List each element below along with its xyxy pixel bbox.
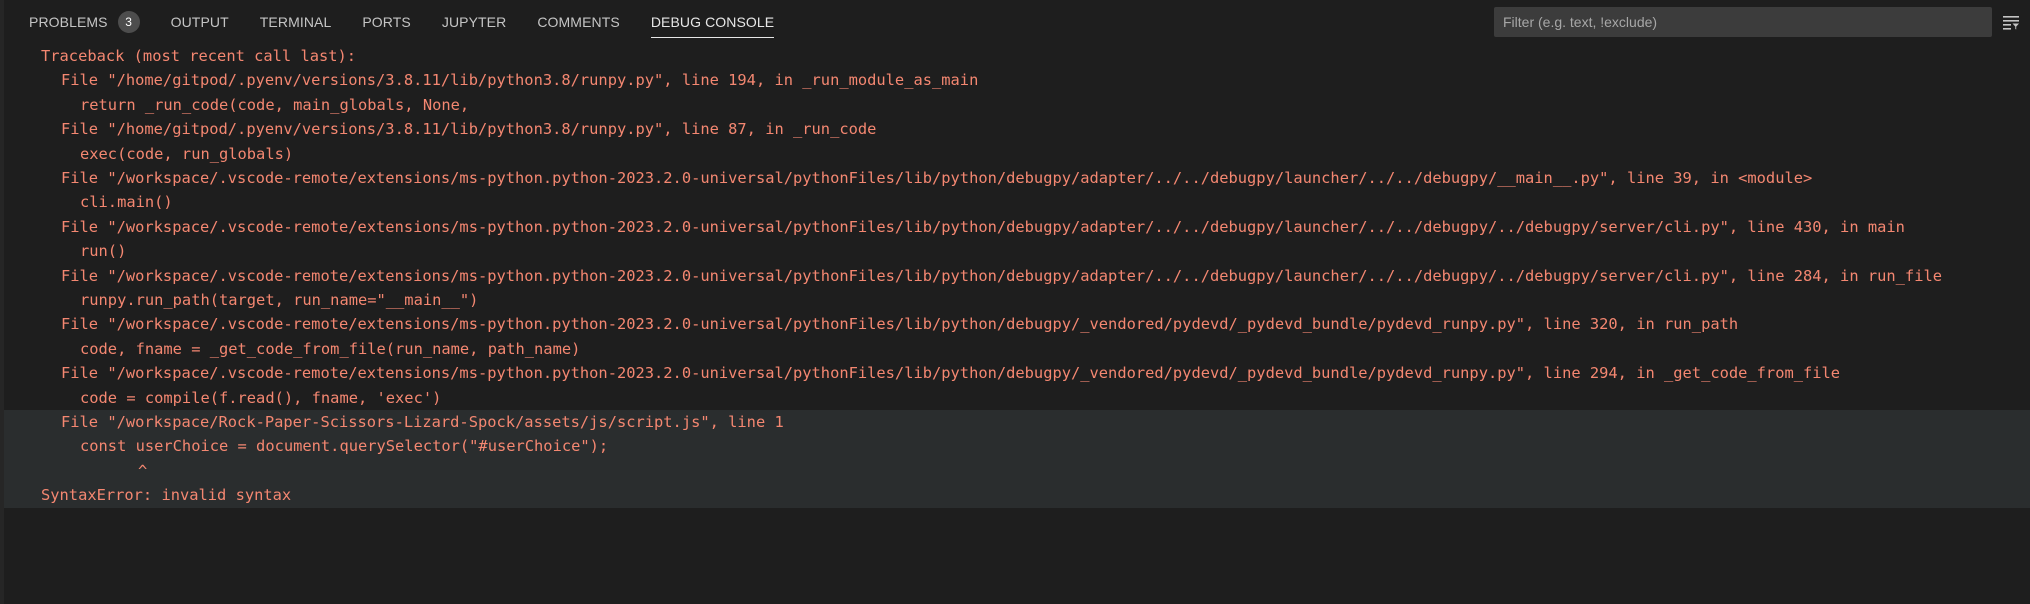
filter-input[interactable] (1494, 7, 1992, 37)
debug-panel: PROBLEMS 3 OUTPUT TERMINAL PORTS JUPYTER… (0, 0, 2030, 604)
tab-output[interactable]: OUTPUT (171, 0, 229, 44)
console-line: File "/home/gitpod/.pyenv/versions/3.8.1… (61, 71, 979, 90)
tab-terminal-label: TERMINAL (259, 14, 332, 30)
syntax-error-group[interactable]: File "/workspace/Rock-Paper-Scissors-Liz… (4, 410, 2030, 508)
tab-problems[interactable]: PROBLEMS 3 (29, 0, 140, 44)
tab-ports[interactable]: PORTS (362, 0, 410, 44)
tab-jupyter-label: JUPYTER (441, 14, 507, 30)
tab-debug-console-label: DEBUG CONSOLE (650, 14, 775, 30)
console-line: File "/workspace/.vscode-remote/extensio… (61, 364, 1841, 383)
tab-output-label: OUTPUT (170, 14, 229, 30)
caret-marker: ^ (138, 461, 148, 480)
console-line: File "/workspace/.vscode-remote/extensio… (61, 315, 1739, 334)
console-line: code, fname = _get_code_from_file(run_na… (80, 339, 581, 358)
console-line: File "/workspace/.vscode-remote/extensio… (61, 217, 1905, 236)
console-line: Traceback (most recent call last): (41, 47, 357, 65)
console-line: return _run_code(code, main_globals, Non… (80, 95, 470, 114)
tab-debug-console[interactable]: DEBUG CONSOLE (650, 0, 775, 44)
problems-count-badge: 3 (117, 11, 140, 33)
traceback-group: Traceback (most recent call last): File … (0, 44, 2030, 410)
console-line: exec(code, run_globals) (80, 144, 294, 163)
tab-ports-label: PORTS (362, 14, 411, 30)
list-filter-icon[interactable] (2001, 12, 2021, 32)
tab-terminal[interactable]: TERMINAL (260, 0, 332, 44)
panel-tabs: PROBLEMS 3 OUTPUT TERMINAL PORTS JUPYTER… (29, 0, 805, 44)
tab-comments-label: COMMENTS (537, 14, 620, 30)
tab-comments[interactable]: COMMENTS (537, 0, 619, 44)
syntax-error-message: SyntaxError: invalid syntax (41, 486, 292, 505)
console-line: File "/workspace/Rock-Paper-Scissors-Liz… (61, 413, 784, 431)
list-filter-icon-svg (2003, 16, 2019, 30)
console-line: runpy.run_path(target, run_name="__main_… (80, 291, 479, 309)
debug-console-output: Traceback (most recent call last): File … (0, 44, 2030, 508)
console-line: File "/workspace/.vscode-remote/extensio… (61, 169, 1813, 187)
console-line: File "/home/gitpod/.pyenv/versions/3.8.1… (61, 120, 877, 139)
console-line: run() (80, 242, 127, 261)
tab-jupyter[interactable]: JUPYTER (442, 0, 507, 44)
tab-problems-label: PROBLEMS (29, 14, 108, 30)
console-line: const userChoice = document.querySelecto… (80, 437, 609, 456)
console-line: File "/workspace/.vscode-remote/extensio… (61, 266, 1942, 285)
console-line: cli.main() (80, 193, 173, 212)
console-line: code = compile(f.read(), fname, 'exec') (80, 388, 442, 407)
panel-tab-bar: PROBLEMS 3 OUTPUT TERMINAL PORTS JUPYTER… (0, 0, 2030, 44)
